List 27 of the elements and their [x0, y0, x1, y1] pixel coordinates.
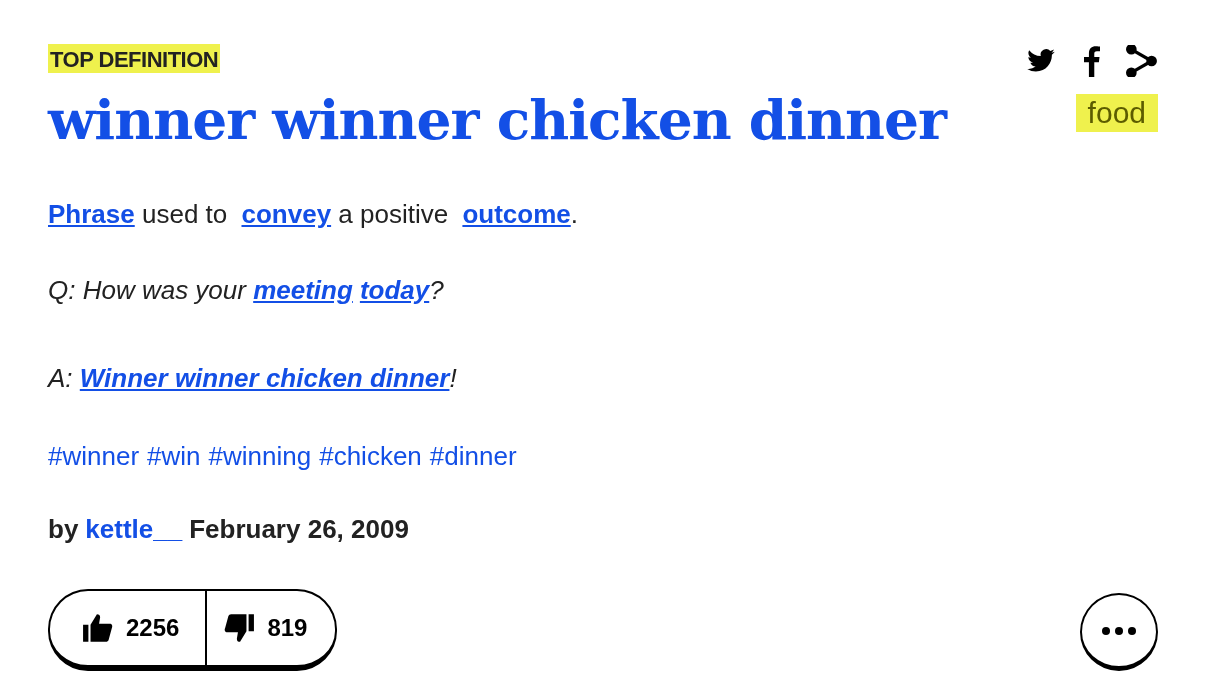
hashtag-link[interactable]: #dinner [429, 441, 517, 473]
word-link[interactable]: today [359, 274, 430, 305]
dots-icon [1101, 625, 1137, 636]
author-link[interactable]: kettle__ [85, 514, 183, 546]
example-line: Q: How was your meeting today? [48, 273, 445, 307]
word-link[interactable]: outcome [462, 199, 571, 229]
thumbs-up-icon [82, 612, 114, 645]
hashtag-link[interactable]: #winning [208, 441, 312, 473]
word-link[interactable]: Winner winner chicken dinner [79, 362, 450, 393]
hashtag-link[interactable]: #winner [48, 441, 140, 473]
post-date: February 26, 2009 [189, 514, 409, 546]
word-link[interactable]: meeting [253, 274, 353, 305]
thumbs-down-icon [223, 612, 256, 645]
downvote-button[interactable]: 819 [205, 591, 336, 666]
word-link[interactable]: Phrase [48, 199, 135, 229]
category-tag[interactable]: food [1075, 94, 1158, 132]
example-line: A: Winner winner chicken dinner! [48, 361, 458, 395]
by-label: by [48, 514, 79, 546]
upvote-button[interactable]: 2256 [50, 591, 206, 666]
definition-title[interactable]: winner winner chicken dinner [48, 87, 1004, 152]
facebook-icon[interactable] [1084, 45, 1100, 77]
word-link[interactable]: convey [241, 199, 332, 229]
top-definition-badge: TOP DEFINITION [48, 44, 221, 73]
hashtag-link[interactable]: #chicken [319, 441, 422, 473]
share-icon[interactable] [1126, 45, 1158, 77]
hashtag-link[interactable]: #win [147, 441, 201, 473]
definition-text: Phrase used to convey a positive outcome. [48, 198, 579, 231]
